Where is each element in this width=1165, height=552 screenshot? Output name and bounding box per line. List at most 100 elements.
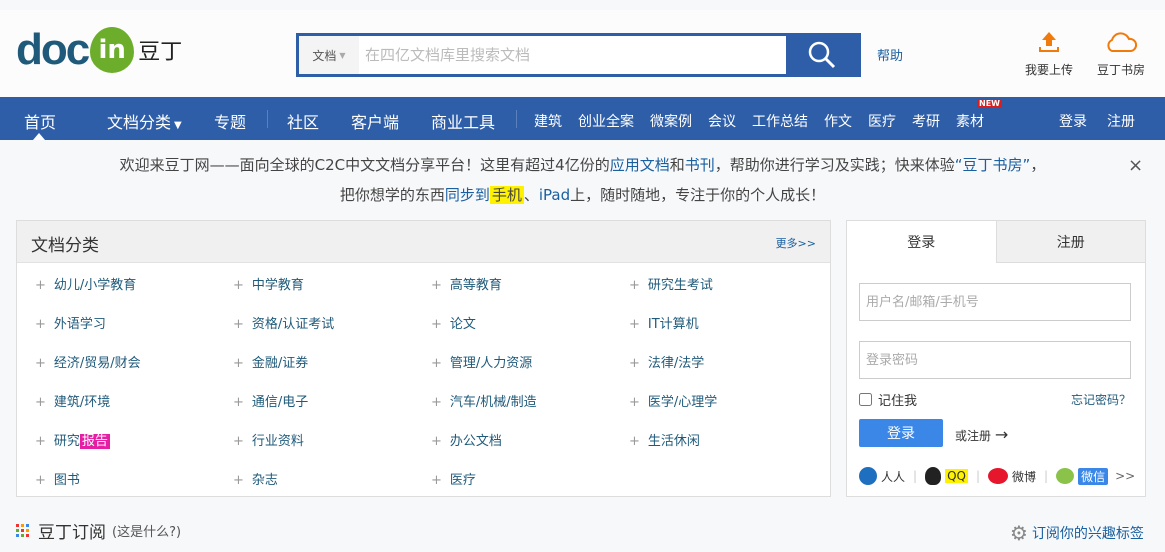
- plus-icon: +: [233, 395, 244, 410]
- category-item[interactable]: + 建筑/环境: [35, 391, 110, 410]
- qq-link[interactable]: QQ: [945, 469, 968, 483]
- category-label: 研究生考试: [647, 278, 713, 293]
- plus-icon: +: [431, 278, 442, 293]
- category-label: 杂志: [251, 473, 278, 488]
- plus-icon: +: [35, 317, 46, 332]
- nav-micro-case[interactable]: 微案例: [650, 111, 692, 131]
- plus-icon: +: [431, 395, 442, 410]
- category-item[interactable]: + 医学/心理学: [629, 391, 717, 410]
- books-link[interactable]: 书刊: [685, 156, 715, 174]
- sync-link[interactable]: 同步到: [445, 186, 490, 204]
- tab-login[interactable]: 登录: [847, 221, 996, 263]
- nav-business-tools[interactable]: 商业工具: [431, 109, 495, 133]
- nav-home[interactable]: 首页: [24, 109, 56, 133]
- plus-icon: +: [233, 434, 244, 449]
- nav-architecture[interactable]: 建筑: [534, 111, 562, 131]
- category-item[interactable]: + 办公文档: [431, 430, 502, 449]
- plus-icon: +: [629, 395, 640, 410]
- report-badge: 报告: [79, 434, 110, 449]
- search-bar: 文档 ▼: [296, 33, 861, 77]
- logo-in: in: [90, 27, 135, 73]
- plus-icon: +: [233, 356, 244, 371]
- category-item[interactable]: + 杂志: [233, 469, 278, 488]
- help-link[interactable]: 帮助: [877, 45, 903, 64]
- category-label: 通信/电子: [251, 395, 309, 410]
- nav-login[interactable]: 登录: [1059, 111, 1087, 131]
- category-item[interactable]: + 汽车/机械/制造: [431, 391, 537, 410]
- more-social-link[interactable]: >>: [1115, 469, 1135, 483]
- app-docs-link[interactable]: 应用文档: [610, 156, 670, 174]
- docin-logo[interactable]: docin doc in 豆丁: [16, 22, 202, 78]
- category-item[interactable]: + 幼儿/小学教育: [35, 274, 136, 293]
- category-item[interactable]: + 金融/证券: [233, 352, 308, 371]
- bookstore-button[interactable]: 豆丁书房: [1091, 30, 1151, 78]
- category-item[interactable]: + 资格/认证考试: [233, 313, 334, 332]
- nav-startup[interactable]: 创业全案: [578, 111, 634, 131]
- category-label: 法律/法学: [647, 356, 705, 371]
- what-is-this-link[interactable]: (这是什么?): [112, 521, 181, 540]
- remember-checkbox[interactable]: [859, 393, 872, 406]
- nav-materials[interactable]: 素材: [956, 111, 984, 131]
- tab-register[interactable]: 注册: [995, 221, 1145, 263]
- nav-categories[interactable]: 文档分类 ▼: [107, 109, 182, 133]
- category-item[interactable]: + IT计算机: [629, 313, 699, 332]
- renren-link[interactable]: 人人: [881, 468, 905, 485]
- nav-client[interactable]: 客户端: [351, 109, 399, 133]
- password-input[interactable]: [859, 341, 1131, 379]
- category-item[interactable]: + 管理/人力资源: [431, 352, 532, 371]
- username-input[interactable]: [859, 283, 1131, 321]
- nav-community[interactable]: 社区: [287, 109, 319, 133]
- login-panel: 登录 注册 记住我 忘记密码？ 登录 或注册 → 人人| QQ| 微博| 微信 …: [846, 220, 1146, 497]
- or-register-label: 或注册: [955, 429, 992, 443]
- notice-text: ，帮助你进行学习及实践；快来体验: [714, 156, 955, 174]
- ipad-link[interactable]: iPad: [539, 186, 570, 204]
- upload-button[interactable]: 我要上传: [1019, 30, 1079, 78]
- bookstore-link[interactable]: “豆丁书房”: [955, 156, 1031, 174]
- category-item[interactable]: + 法律/法学: [629, 352, 704, 371]
- category-item[interactable]: + 生活休闲: [629, 430, 700, 449]
- or-register-link[interactable]: 或注册 →: [955, 425, 1008, 444]
- remember-me[interactable]: 记住我: [859, 390, 917, 409]
- search-icon: [808, 41, 836, 69]
- nav-medical[interactable]: 医疗: [868, 111, 896, 131]
- plus-icon: +: [431, 317, 442, 332]
- nav-register[interactable]: 注册: [1107, 111, 1135, 131]
- category-label: 行业资料: [251, 434, 304, 449]
- category-item[interactable]: + 行业资料: [233, 430, 304, 449]
- category-item[interactable]: + 外语学习: [35, 313, 106, 332]
- remember-label: 记住我: [878, 394, 918, 409]
- nav-topics[interactable]: 专题: [214, 109, 246, 133]
- wechat-link[interactable]: 微信: [1078, 467, 1109, 485]
- subscribe-tags-label: 订阅你的兴趣标签: [1031, 526, 1144, 542]
- plus-icon: +: [431, 473, 442, 488]
- category-item[interactable]: + 通信/电子: [233, 391, 308, 410]
- nav-exam[interactable]: 考研: [912, 111, 940, 131]
- login-button[interactable]: 登录: [859, 419, 943, 447]
- caret-down-icon: ▼: [174, 120, 182, 131]
- more-link[interactable]: 更多>>: [776, 235, 816, 251]
- phone-link[interactable]: 手机: [489, 186, 524, 204]
- nav-meeting[interactable]: 会议: [708, 111, 736, 131]
- close-icon[interactable]: ×: [1128, 155, 1143, 176]
- plus-icon: +: [233, 278, 244, 293]
- category-item[interactable]: + 中学教育: [233, 274, 304, 293]
- category-item[interactable]: + 图书: [35, 469, 80, 488]
- forgot-password-link[interactable]: 忘记密码？: [1071, 391, 1131, 408]
- nav-essay[interactable]: 作文: [824, 111, 852, 131]
- category-item[interactable]: + 经济/贸易/财会: [35, 352, 141, 371]
- category-item[interactable]: + 研究生考试: [629, 274, 713, 293]
- subscribe-tags-link[interactable]: ⚙ 订阅你的兴趣标签: [1010, 521, 1144, 545]
- nav-work-summary[interactable]: 工作总结: [752, 111, 808, 131]
- category-label: 生活休闲: [647, 434, 700, 449]
- search-button[interactable]: [786, 36, 858, 74]
- category-item[interactable]: + 论文: [431, 313, 476, 332]
- category-label: 资格/认证考试: [251, 317, 335, 332]
- category-item[interactable]: + 研究 报告: [35, 430, 110, 449]
- search-input[interactable]: [359, 36, 786, 74]
- category-label: 高等教育: [449, 278, 502, 293]
- category-item[interactable]: + 高等教育: [431, 274, 502, 293]
- category-item[interactable]: + 医疗: [431, 469, 476, 488]
- weibo-link[interactable]: 微博: [1012, 468, 1036, 485]
- search-type-select[interactable]: 文档 ▼: [299, 36, 359, 74]
- notice-text: 欢迎来豆丁网——面向全球的C2C中文文档分享平台！这里有超过4亿份的: [119, 156, 610, 174]
